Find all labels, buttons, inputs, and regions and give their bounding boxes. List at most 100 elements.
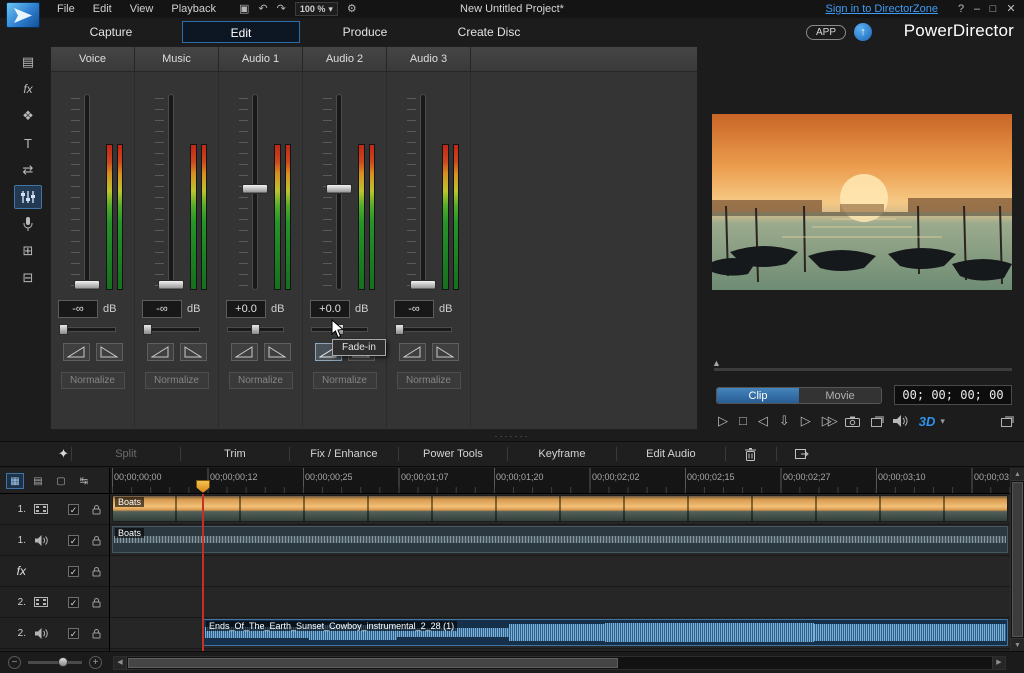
scroll-down-icon[interactable]: ▼: [1011, 638, 1024, 651]
timecode-display[interactable]: 00; 00; 00; 00: [894, 385, 1012, 405]
audio-track-1[interactable]: Boats: [110, 525, 1010, 556]
sidebar-item-media-room[interactable]: ▤: [14, 50, 42, 74]
track-enable-checkbox[interactable]: ✓: [68, 535, 79, 546]
volume-fader-track[interactable]: [84, 94, 90, 290]
zoom-out-icon[interactable]: −: [8, 656, 21, 669]
normalize-button[interactable]: Normalize: [313, 372, 377, 389]
step-button[interactable]: ⇩: [779, 412, 790, 430]
timeline-ruler[interactable]: 00;00;00;00 00;00;00;12 00;00;00;25 00;0…: [110, 468, 1010, 494]
track-lock-icon[interactable]: [92, 535, 101, 546]
undo-icon[interactable]: ↶: [258, 0, 267, 18]
horizontal-scrollbar[interactable]: ◀ ▶: [113, 656, 1006, 670]
sidebar-item-subtitle-room[interactable]: ⊟: [14, 266, 42, 290]
sidebar-item-transition-room[interactable]: ⇄: [14, 158, 42, 182]
fade-out-button[interactable]: [432, 343, 459, 361]
zoom-slider[interactable]: [28, 661, 82, 664]
next-frame-button[interactable]: ▷: [801, 412, 811, 430]
track-enable-checkbox[interactable]: ✓: [68, 597, 79, 608]
tab-produce[interactable]: Produce: [306, 21, 424, 43]
sidebar-item-pip-room[interactable]: ❖: [14, 104, 42, 128]
gain-value-field[interactable]: +0.0: [310, 300, 350, 318]
panel-splitter-handle[interactable]: ·······: [437, 431, 587, 441]
volume-fader-track[interactable]: [420, 94, 426, 290]
fade-out-button[interactable]: [264, 343, 291, 361]
pan-handle[interactable]: [143, 324, 152, 335]
sidebar-item-voiceover-room[interactable]: [14, 212, 42, 236]
zoom-slider-handle[interactable]: [58, 657, 68, 667]
audio-track-2[interactable]: Ends_Of_The_Earth_Sunset_Cowboy_instrume…: [110, 618, 1010, 649]
split-button[interactable]: Split: [74, 448, 178, 460]
fade-in-button[interactable]: [63, 343, 90, 361]
gain-value-field[interactable]: -∞: [58, 300, 98, 318]
video-clip-boats[interactable]: Boats: [112, 495, 1008, 522]
menu-playback[interactable]: Playback: [162, 0, 225, 18]
3d-dropdown-icon[interactable]: ▾: [940, 416, 945, 427]
volume-fader-handle[interactable]: [74, 280, 100, 290]
normalize-button[interactable]: Normalize: [397, 372, 461, 389]
horizontal-scroll-thumb[interactable]: [128, 658, 618, 668]
help-button[interactable]: ?: [954, 0, 968, 18]
redo-icon[interactable]: ↷: [277, 0, 286, 18]
clip-mode-button[interactable]: Clip: [717, 388, 799, 403]
track-lock-icon[interactable]: [92, 504, 101, 515]
fade-out-button[interactable]: [180, 343, 207, 361]
tab-capture[interactable]: Capture: [52, 21, 170, 43]
normalize-button[interactable]: Normalize: [229, 372, 293, 389]
edit-audio-button[interactable]: Edit Audio: [619, 448, 723, 460]
trim-button[interactable]: Trim: [183, 448, 287, 460]
upgrade-icon[interactable]: ↑: [854, 23, 872, 41]
menu-file[interactable]: File: [48, 0, 84, 18]
maximize-button[interactable]: □: [986, 0, 1000, 18]
sidebar-item-title-room[interactable]: T: [14, 131, 42, 155]
volume-fader-track[interactable]: [168, 94, 174, 290]
fade-out-button[interactable]: [96, 343, 123, 361]
save-icon[interactable]: ▣: [239, 0, 249, 18]
produce-range-icon[interactable]: [779, 448, 825, 460]
sidebar-item-chapter-room[interactable]: ⊞: [14, 239, 42, 263]
volume-icon[interactable]: [893, 415, 908, 427]
scroll-left-icon[interactable]: ◀: [114, 657, 127, 669]
pan-handle[interactable]: [59, 324, 68, 335]
minimize-button[interactable]: –: [970, 0, 984, 18]
undock-preview-icon[interactable]: [1001, 418, 1012, 427]
delete-trash-icon[interactable]: [728, 448, 774, 461]
vertical-scrollbar[interactable]: ▲ ▼: [1010, 468, 1024, 651]
snapshot-camera-icon[interactable]: [845, 416, 860, 427]
timeline-view-icon[interactable]: ▤: [29, 473, 47, 489]
play-button[interactable]: ▷: [718, 412, 728, 430]
sidebar-item-effect-room[interactable]: fx: [14, 77, 42, 101]
close-button[interactable]: ✕: [1004, 0, 1018, 18]
fade-in-button[interactable]: [399, 343, 426, 361]
preview-quality-select[interactable]: 100 % ▾: [295, 2, 338, 16]
video-track-2[interactable]: [110, 587, 1010, 618]
fit-timeline-icon[interactable]: ↹: [75, 473, 93, 489]
volume-fader-handle[interactable]: [158, 280, 184, 290]
audio-clip-boats[interactable]: Boats: [112, 526, 1008, 553]
app-badge[interactable]: APP: [806, 25, 846, 40]
gain-value-field[interactable]: -∞: [142, 300, 182, 318]
track-enable-checkbox[interactable]: ✓: [68, 566, 79, 577]
menu-edit[interactable]: Edit: [84, 0, 121, 18]
pan-handle[interactable]: [395, 324, 404, 335]
preview-seek-bar[interactable]: [714, 368, 1012, 371]
power-tools-button[interactable]: Power Tools: [401, 448, 505, 460]
settings-gear-icon[interactable]: ⚙: [347, 0, 357, 18]
keyframe-button[interactable]: Keyframe: [510, 448, 614, 460]
track-lock-icon[interactable]: [92, 628, 101, 639]
preview-window-icon[interactable]: [871, 418, 882, 427]
gain-value-field[interactable]: +0.0: [226, 300, 266, 318]
volume-fader-handle[interactable]: [410, 280, 436, 290]
fade-in-button[interactable]: [147, 343, 174, 361]
normalize-button[interactable]: Normalize: [61, 372, 125, 389]
track-manager-icon[interactable]: ▦: [6, 473, 24, 489]
video-track-1[interactable]: Boats: [110, 494, 1010, 525]
fade-in-button[interactable]: [231, 343, 258, 361]
3d-toggle-button[interactable]: 3D: [919, 414, 936, 429]
movie-mode-button[interactable]: Movie: [799, 388, 881, 403]
stop-button[interactable]: □: [739, 412, 747, 430]
range-select-icon[interactable]: ▢: [52, 473, 70, 489]
zoom-in-icon[interactable]: +: [89, 656, 102, 669]
scroll-right-icon[interactable]: ▶: [992, 657, 1005, 669]
fix-enhance-button[interactable]: Fix / Enhance: [292, 448, 396, 460]
magic-wand-icon[interactable]: ✦: [58, 446, 69, 462]
